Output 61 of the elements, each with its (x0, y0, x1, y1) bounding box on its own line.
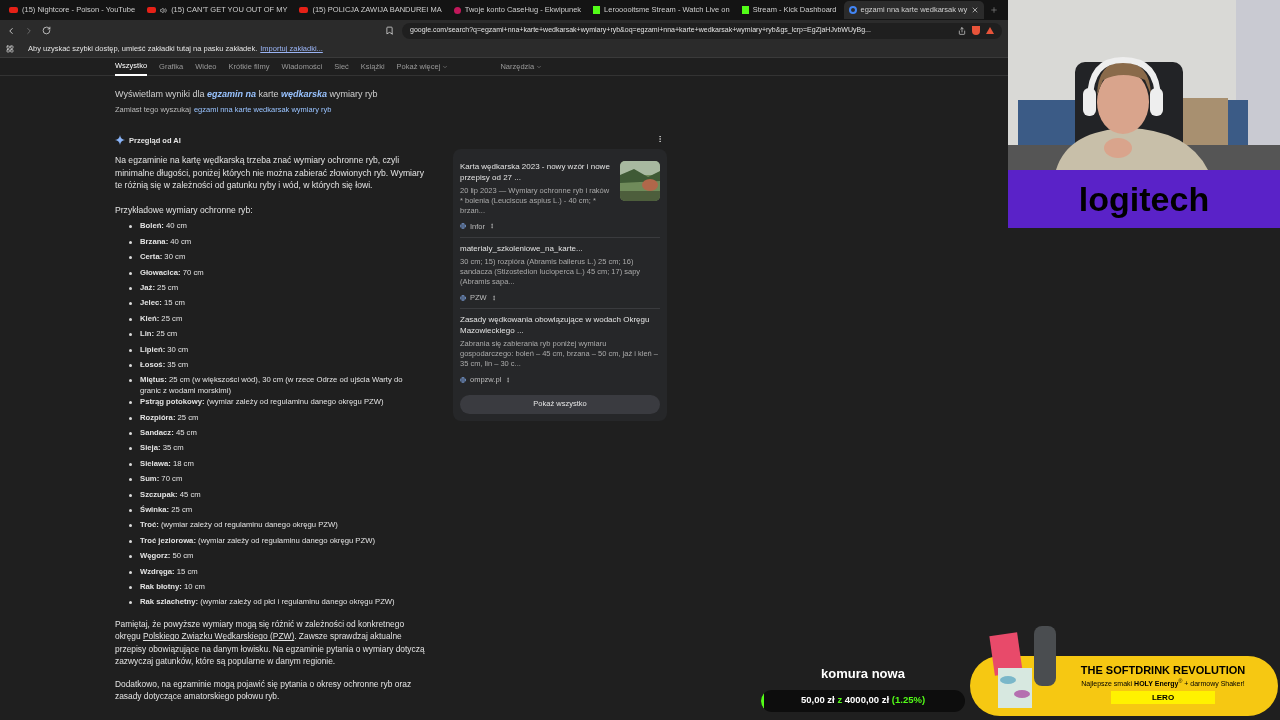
back-icon[interactable] (6, 25, 16, 36)
share-icon[interactable] (958, 26, 966, 35)
site-icon (741, 6, 749, 14)
sparkle-icon (115, 135, 125, 146)
bullet-icon (129, 416, 132, 420)
source-title[interactable]: Karta wędkarska 2023 - nowy wzór i nowe przepisy od 27 ... (460, 160, 614, 183)
video-icon (299, 7, 309, 13)
bullet-icon (129, 286, 132, 290)
triangle-icon[interactable] (986, 27, 994, 34)
bullet-icon (129, 271, 132, 275)
caret-icon (442, 63, 449, 70)
bullet-icon (129, 539, 132, 543)
more-icon[interactable] (489, 223, 495, 230)
ad-headline: THE SOFTDRINK REVOLUTION (1080, 663, 1246, 678)
bullet-icon (129, 401, 132, 405)
speaker-icon (160, 6, 168, 14)
bullet-icon (129, 601, 132, 605)
bullet-icon (129, 333, 132, 337)
goal-title: komura nowa (821, 665, 905, 683)
correction-text: Wyświetlam wyniki dla egzamin na karte wędkarska wymiary ryb (115, 88, 379, 101)
logo-banner: logitech (1008, 170, 1280, 228)
close-icon[interactable] (971, 6, 980, 14)
bullet-icon (129, 240, 132, 244)
new-tab-icon[interactable] (990, 6, 999, 14)
shield-icon[interactable] (972, 26, 980, 35)
bullet-icon (129, 509, 132, 513)
bullet-icon (129, 447, 132, 451)
bullet-icon (129, 493, 132, 497)
goal-amount: 50,00 zł z 4000,00 zł (1.25%) (800, 693, 926, 708)
more-icon[interactable] (505, 376, 512, 383)
bullet-icon (129, 462, 132, 466)
caret-icon (536, 63, 543, 70)
apps-icon[interactable] (6, 45, 14, 53)
bookmark-icon[interactable] (385, 26, 394, 35)
bullet-icon (129, 432, 132, 436)
bullet-icon (129, 302, 132, 306)
bullet-icon (129, 555, 132, 559)
reload-icon[interactable] (42, 26, 51, 35)
source-title[interactable]: materialy_szkoleniowe_na_karte... (460, 243, 660, 254)
bullet-icon (129, 256, 132, 260)
video-icon (147, 7, 157, 13)
video-icon (9, 7, 18, 13)
site-icon (593, 6, 601, 14)
bullet-icon (129, 379, 132, 383)
note-paragraph: Pamiętaj, że powyższe wymiary mogą się różnić w zależności od konkretnego okręgu Polskiego Związku Wędkarskiego (PZW). Zawsze sprawdzaj aktualne przepisy obowiązujące na danym łowisku. Na egzaminie pytania o wymiary dotyczą zazwyczaj gatunków, które są popularne w danym regionie. (115, 617, 425, 668)
more-icon[interactable] (490, 294, 497, 301)
bullet-icon (129, 317, 132, 321)
site-icon (453, 6, 461, 14)
bullet-icon (129, 348, 132, 352)
bullet-icon (129, 524, 132, 528)
more-icon[interactable] (656, 134, 664, 143)
bullet-icon (129, 225, 132, 229)
bullet-icon (129, 478, 132, 482)
bullet-icon (129, 586, 132, 589)
promo-code: LERO (1111, 691, 1215, 704)
bullet-icon (129, 363, 132, 367)
extra-paragraph: Dodatkowo, na egzaminie mogą pojawić się pytania o okresy ochronne ryb oraz zasady dotyczące amatorskiego połowu ryb. (115, 677, 413, 703)
source-title[interactable]: Zasady wędkowania obowiązujące w wodach Okręgu Mazowieckiego ... (460, 314, 660, 337)
list-heading: Przykładowe wymiary ochronne ryb: (115, 203, 254, 217)
bullet-icon (129, 570, 132, 574)
intro-paragraph: Na egzaminie na kartę wędkarską trzeba znać wymiary ochronne ryb, czyli minimalne długości, poniżej których nie można zabierać złowionych ryb. Wymiary te różnią się w zależności od gatunku ryby i wód, w których się łowi. (115, 154, 425, 192)
